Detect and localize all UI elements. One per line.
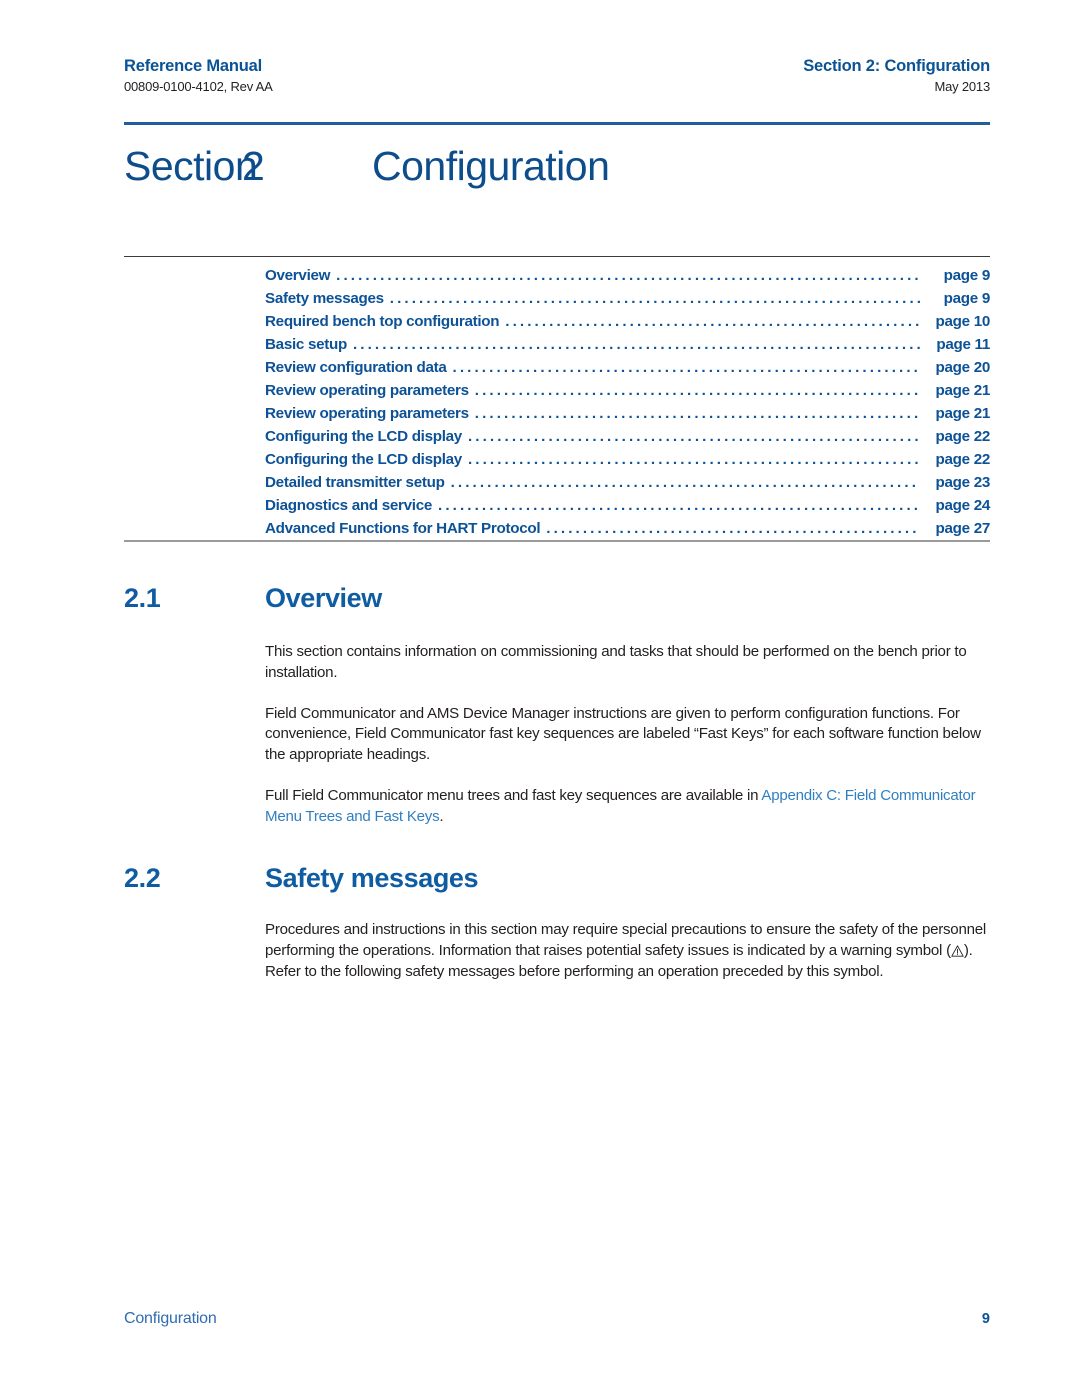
toc-entry-page: page 23	[935, 474, 991, 491]
toc-entry[interactable]: Configuring the LCD display page 22	[265, 425, 990, 448]
toc-entry-label: Configuring the LCD display	[265, 428, 462, 445]
header-divider	[124, 122, 990, 125]
running-header-right: Section 2: Configuration May 2013	[803, 56, 990, 96]
section-title-2-2: Safety messages	[265, 863, 479, 893]
document-number: 00809-0100-4102, Rev AA	[124, 78, 273, 94]
chapter-title-word: Section	[124, 143, 258, 189]
section-title-2-1: Overview	[265, 583, 382, 613]
toc-entry-page: page 24	[935, 497, 991, 514]
manual-title: Reference Manual	[124, 57, 263, 75]
paragraph-safety-1-text: Procedures and instructions in this sect…	[265, 921, 986, 959]
toc-entry-page: page 9	[943, 267, 991, 284]
toc-entry-page: page 11	[936, 336, 990, 353]
toc-entry-page: page 22	[935, 451, 991, 468]
section-body-2-2: Procedures and instructions in this sect…	[265, 920, 990, 982]
toc-dot-leader	[468, 448, 920, 471]
toc-dot-leader	[390, 287, 920, 310]
section-heading-2-2: 2.2 Safety messages	[124, 862, 990, 894]
document-page: Reference Manual 00809-0100-4102, Rev AA…	[0, 0, 1080, 1397]
toc-entry[interactable]: Advanced Functions for HART Protocol page…	[265, 517, 990, 540]
toc-entry[interactable]: Diagnostics and service page 24	[265, 494, 990, 517]
toc-top-divider	[124, 256, 990, 258]
chapter-title: Section 2 Configuration	[124, 143, 990, 190]
toc-entry-label: Review operating parameters	[265, 405, 469, 422]
paragraph-safety-1: Procedures and instructions in this sect…	[265, 920, 990, 982]
toc-entry-label: Review operating parameters	[265, 382, 469, 399]
paragraph-overview-3-tail: .	[439, 807, 444, 825]
toc-entry[interactable]: Detailed transmitter setup page 23	[265, 471, 990, 494]
paragraph-overview-3: Full Field Communicator menu trees and f…	[265, 786, 990, 828]
toc-entry-label: Configuring the LCD display	[265, 451, 462, 468]
toc-entry[interactable]: Overview page 9	[265, 264, 990, 287]
publication-date: May 2013	[934, 78, 991, 94]
toc-dot-leader	[546, 517, 920, 540]
toc-entry-page: page 21	[935, 405, 991, 422]
toc-dot-leader	[475, 402, 920, 425]
toc-dot-leader	[475, 379, 920, 402]
running-header-left: Reference Manual 00809-0100-4102, Rev AA	[124, 56, 273, 96]
toc-dot-leader	[468, 425, 920, 448]
toc-entry[interactable]: Review operating parameters page 21	[265, 402, 990, 425]
toc-entry-page: page 22	[935, 428, 991, 445]
toc-entry[interactable]: Safety messages page 9	[265, 287, 990, 310]
footer-section-name: Configuration	[124, 1310, 217, 1327]
section-heading-2-1: 2.1 Overview	[124, 582, 990, 614]
footer-page-number: 9	[981, 1311, 990, 1327]
toc-dot-leader	[353, 333, 920, 356]
toc-entry[interactable]: Basic setup page 11	[265, 333, 990, 356]
running-header: Reference Manual 00809-0100-4102, Rev AA…	[124, 56, 990, 96]
toc-entry[interactable]: Configuring the LCD display page 22	[265, 448, 990, 471]
toc-entry-label: Review configuration data	[265, 359, 447, 376]
warning-triangle-icon	[951, 945, 964, 957]
chapter-toc: Overview page 9 Safety messages page 9 Requi…	[265, 264, 990, 540]
paragraph-overview-1: This section contains information on com…	[265, 643, 967, 681]
toc-entry-label: Required bench top configuration	[265, 313, 500, 330]
toc-entry-label: Overview	[265, 267, 331, 284]
section-reference: Section 2: Configuration	[803, 57, 990, 75]
chapter-title-name: Configuration	[372, 143, 610, 189]
toc-dot-leader	[451, 471, 920, 494]
section-body-2-1: This section contains information on com…	[265, 642, 990, 828]
toc-entry-label: Diagnostics and service	[265, 497, 432, 514]
toc-entry-label: Detailed transmitter setup	[265, 474, 445, 491]
section-number-2-1: 2.1	[124, 583, 161, 613]
toc-entry-page: page 10	[935, 313, 991, 330]
toc-entry-label: Safety messages	[265, 290, 384, 307]
toc-entry-page: page 20	[935, 359, 991, 376]
toc-dot-leader	[438, 494, 920, 517]
section-number-2-2: 2.2	[124, 863, 161, 893]
toc-entry[interactable]: Review configuration data page 20	[265, 356, 990, 379]
chapter-title-number: 2	[242, 143, 265, 189]
toc-entry-label: Basic setup	[265, 336, 347, 353]
paragraph-overview-3-text: Full Field Communicator menu trees and f…	[265, 786, 762, 804]
toc-bottom-divider	[124, 540, 990, 542]
paragraph-overview-2: Field Communicator and AMS Device Manage…	[265, 704, 981, 764]
toc-entry-label: Advanced Functions for HART Protocol	[265, 520, 541, 537]
toc-dot-leader	[505, 310, 920, 333]
toc-dot-leader	[453, 356, 920, 379]
toc-entry-page: page 9	[943, 290, 991, 307]
toc-entry-page: page 21	[935, 382, 991, 399]
toc-dot-leader	[336, 264, 920, 287]
toc-entry[interactable]: Review operating parameters page 21	[265, 379, 990, 402]
toc-entry-page: page 27	[935, 520, 991, 537]
toc-entry[interactable]: Required bench top configuration page 10	[265, 310, 990, 333]
page-footer: Configuration 9	[124, 1310, 990, 1328]
